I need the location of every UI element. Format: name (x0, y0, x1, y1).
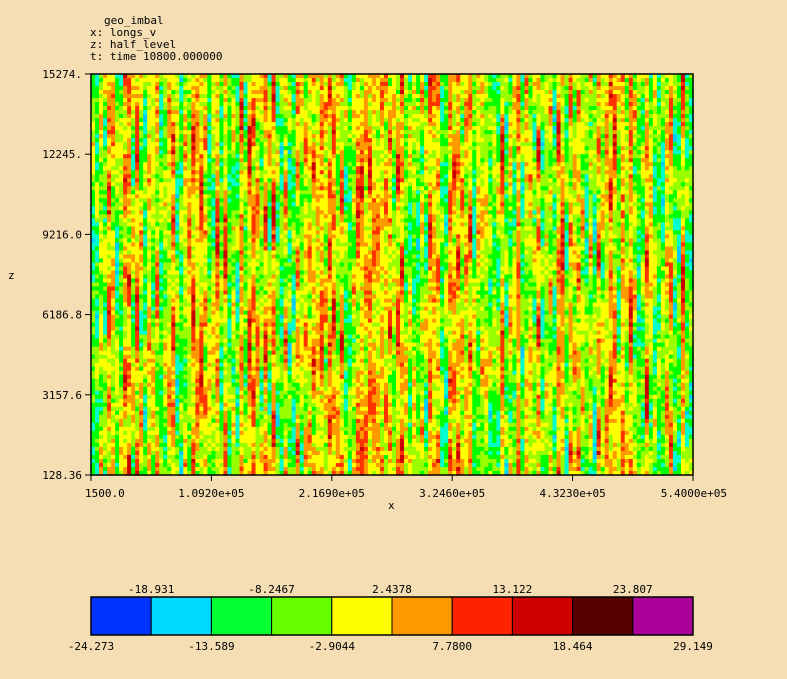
colorbar-swatch (150, 596, 212, 636)
x-axis: 1500.0 1.0920e+05 2.1690e+05 3.2460e+05 4.32… (85, 475, 727, 500)
x-tick-label: 2.1690e+05 (299, 487, 365, 500)
colorbar-lower-label: 29.149 (673, 640, 713, 653)
colorbar-lower-label: 18.464 (553, 640, 593, 653)
colorbar-swatch (331, 596, 393, 636)
colorbar-upper-label: 23.807 (613, 583, 653, 596)
y-tick-label: 3157.6 (42, 389, 82, 402)
figure: geo_imbal x: longs_v z: half_level t: ti… (8, 14, 727, 653)
y-axis-label: z (8, 269, 15, 282)
x-tick-label: 5.4000e+05 (661, 487, 727, 500)
y-tick-label: 9216.0 (42, 228, 82, 241)
x-tick-label: 1.0920e+05 (178, 487, 244, 500)
plot-header: geo_imbal x: longs_v z: half_level t: ti… (90, 14, 222, 63)
colorbar-lower-label: -13.589 (188, 640, 234, 653)
colorbar-lower-label: -24.273 (68, 640, 114, 653)
colorbar-swatch (90, 596, 152, 636)
colorbar-swatch (210, 596, 273, 636)
colorbar-upper-label: -8.2467 (248, 583, 294, 596)
colorbar-swatch (271, 596, 333, 636)
colorbar-swatch (451, 596, 513, 636)
colorbar-upper-label: -18.931 (128, 583, 174, 596)
y-tick-label: 6186.8 (42, 309, 82, 322)
colorbar-swatch (511, 596, 574, 636)
x-tick-label: 3.2460e+05 (419, 487, 485, 500)
y-tick-label: 12245. (42, 148, 82, 161)
x-tick-label: 4.3230e+05 (539, 487, 605, 500)
colorbar-lower-label: 7.7800 (432, 640, 472, 653)
time-info: t: time 10800.000000 (90, 50, 222, 63)
y-tick-label: 15274. (42, 68, 82, 81)
colorbar-swatch (572, 596, 634, 636)
y-tick-label: 128.36 (42, 469, 82, 482)
colorbar: -18.931 -8.2467 2.4378 13.122 23.807 -24.273 -… (68, 583, 713, 653)
x-axis-label: x (388, 499, 395, 512)
x-tick-label: 1500.0 (85, 487, 125, 500)
colorbar-upper-label: 13.122 (493, 583, 533, 596)
colorbar-swatch (632, 596, 694, 636)
colorbar-swatch (391, 596, 453, 636)
y-axis: 128.36 3157.6 6186.8 9216.0 12245. 15274. (42, 68, 91, 482)
colorbar-lower-label: -2.9044 (309, 640, 356, 653)
colorbar-upper-label: 2.4378 (372, 583, 412, 596)
heatmap-field (91, 74, 694, 476)
